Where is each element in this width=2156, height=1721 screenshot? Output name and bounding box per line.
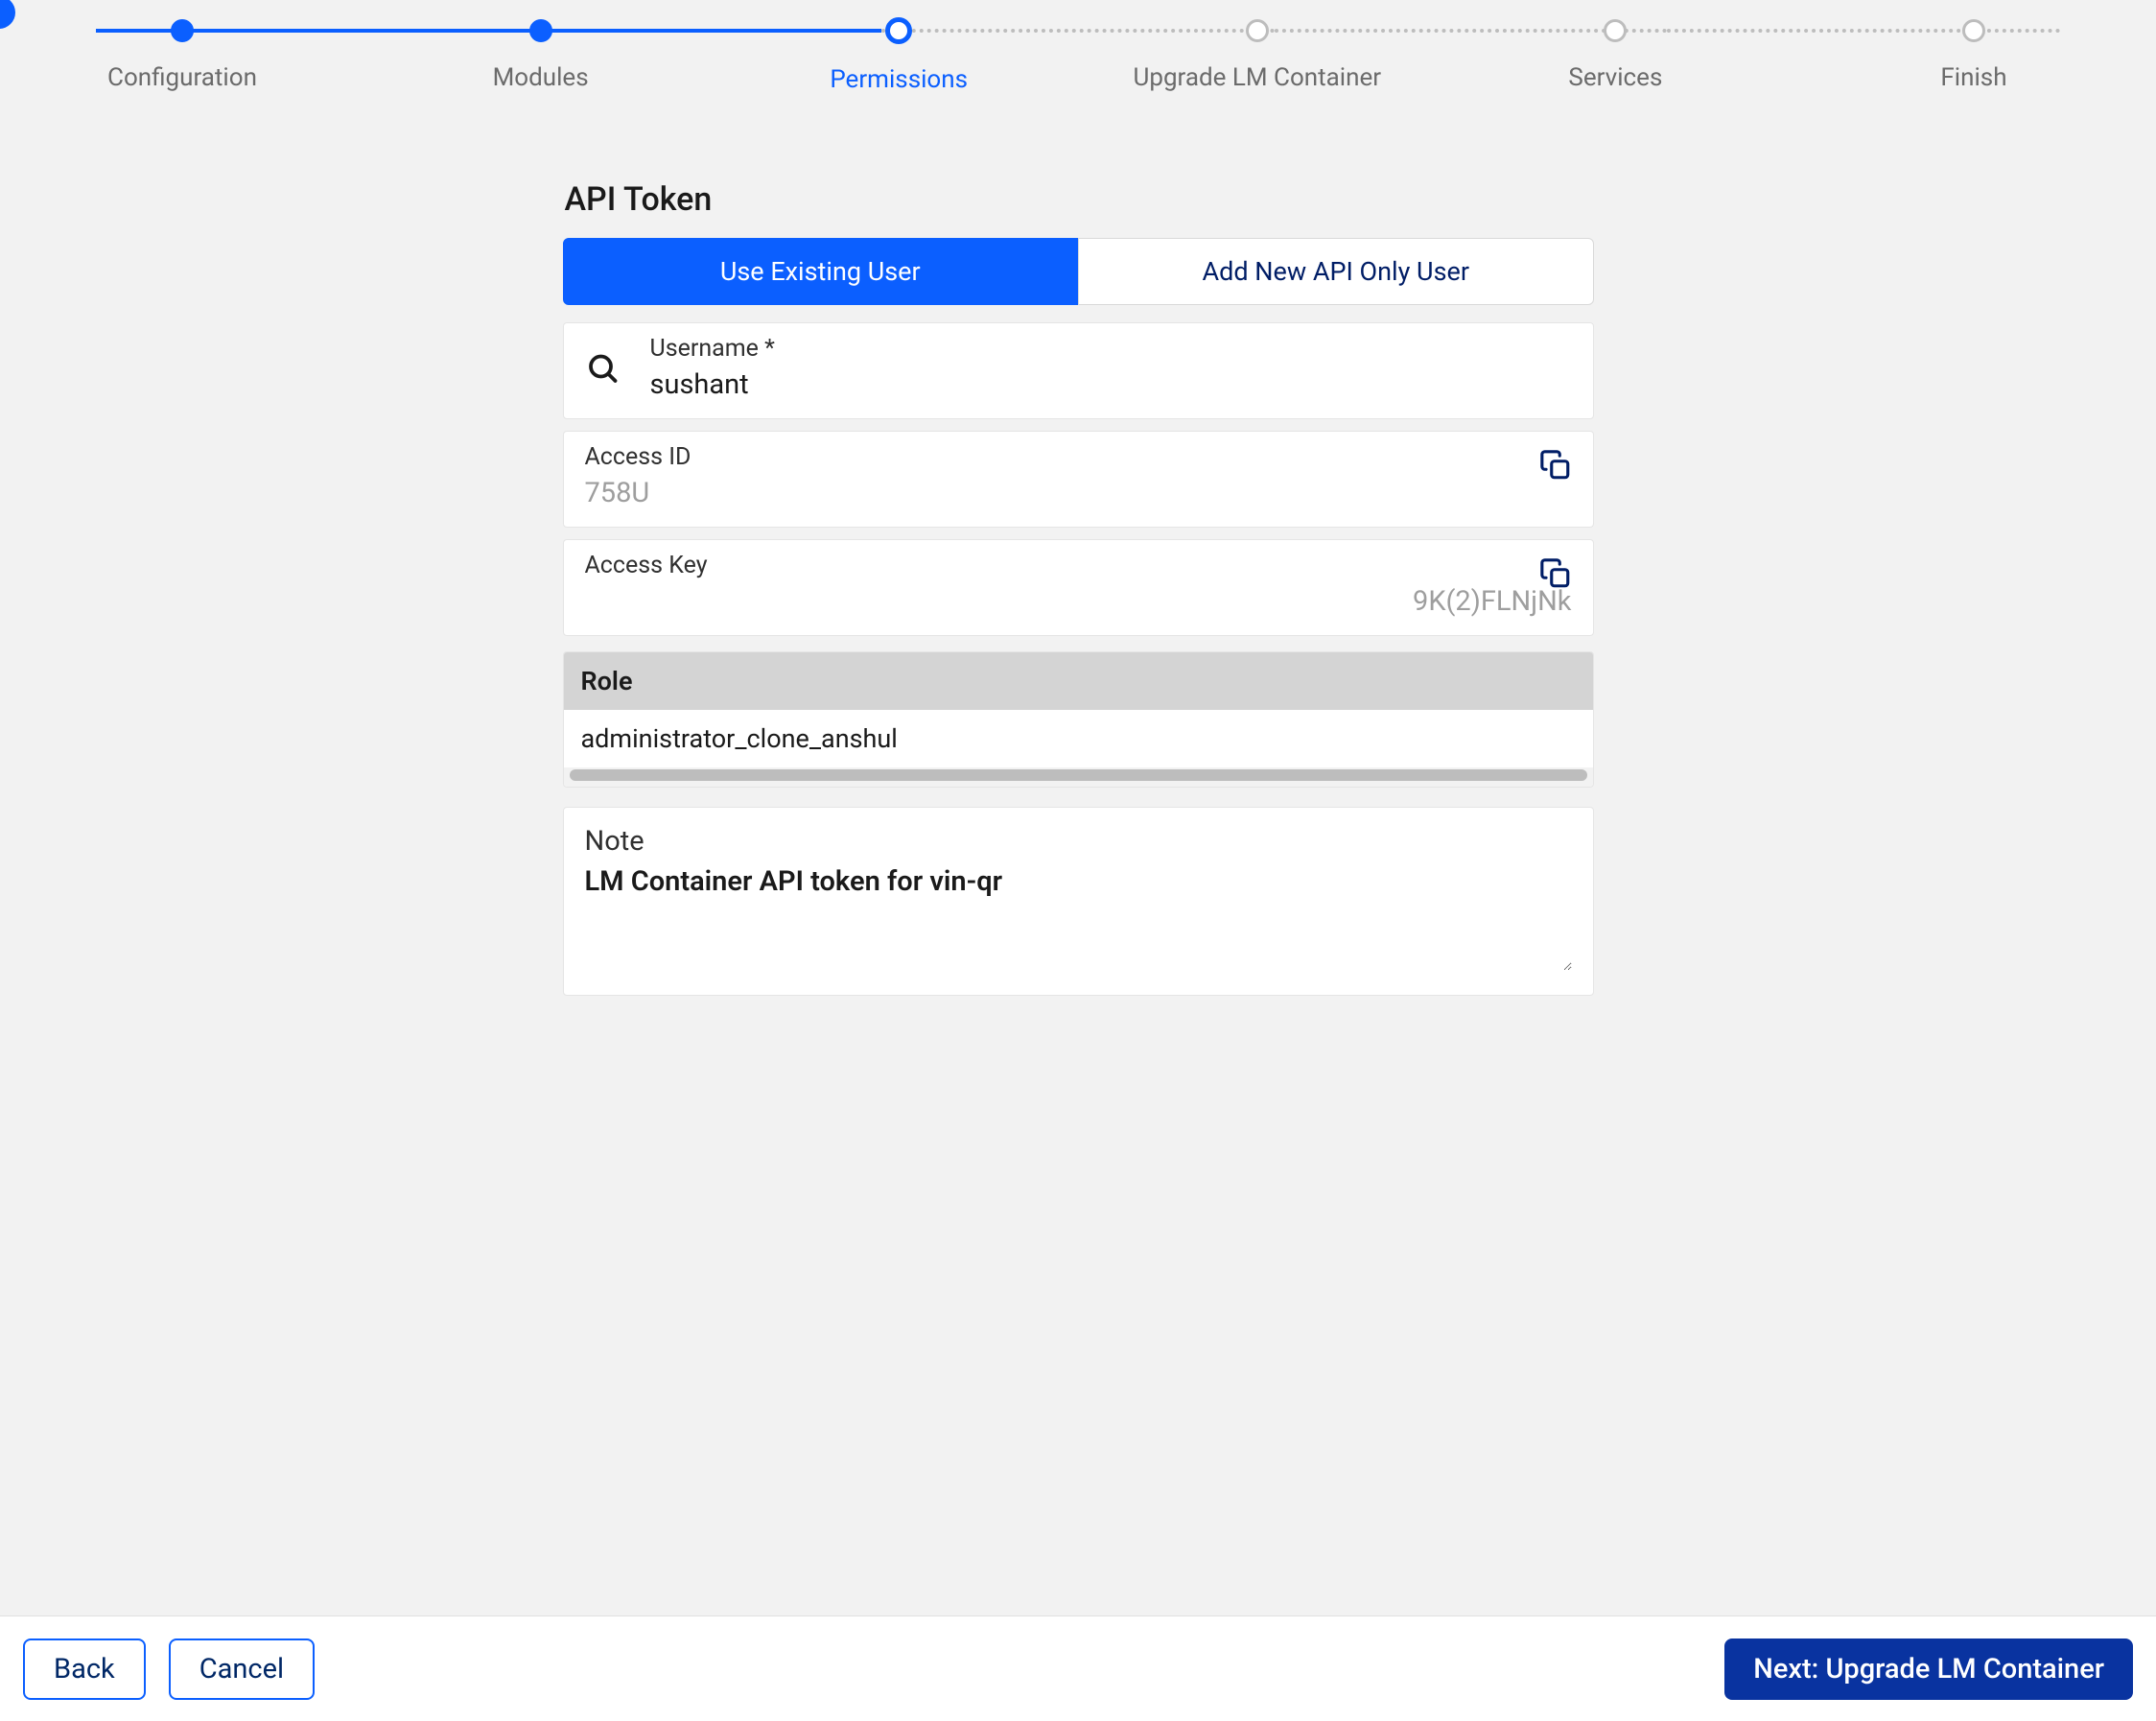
step-finish[interactable]: Finish [1887, 19, 2060, 92]
access-key-value: 9K(2)FLNjNk [585, 585, 1572, 618]
step-label: Modules [493, 63, 589, 92]
note-textarea[interactable] [585, 865, 1572, 971]
step-label: Services [1568, 63, 1662, 92]
step-label: Configuration [107, 63, 257, 92]
next-button[interactable]: Next: Upgrade LM Container [1724, 1638, 2133, 1700]
section-title: API Token [563, 180, 1594, 219]
tab-use-existing-user[interactable]: Use Existing User [563, 238, 1079, 305]
cancel-button[interactable]: Cancel [169, 1638, 315, 1700]
step-upgrade-lm-container[interactable]: Upgrade LM Container [1171, 19, 1344, 92]
username-field: Username * [563, 322, 1594, 419]
access-id-value: 758U [585, 477, 1572, 509]
role-header: Role [564, 652, 1593, 710]
step-circle-done-icon [529, 19, 552, 42]
main-content: API Token Use Existing User Add New API … [563, 180, 1594, 996]
step-modules[interactable]: Modules [455, 19, 627, 92]
step-services[interactable]: Services [1529, 19, 1701, 92]
user-mode-tabs: Use Existing User Add New API Only User [563, 238, 1594, 305]
note-field: Note [563, 807, 1594, 996]
wizard-stepper: Configuration Modules Permissions Upgrad… [0, 0, 2156, 123]
step-circle-todo-icon [1962, 19, 1985, 42]
copy-icon[interactable] [1539, 557, 1572, 590]
access-id-field: Access ID 758U [563, 431, 1594, 528]
role-scrollbar[interactable] [570, 769, 1587, 781]
username-input[interactable] [650, 368, 1572, 401]
step-label: Permissions [830, 65, 968, 94]
note-label: Note [585, 825, 1572, 858]
step-label: Finish [1940, 63, 2006, 92]
wizard-footer: Back Cancel Next: Upgrade LM Container [0, 1615, 2156, 1721]
step-circle-todo-icon [1246, 19, 1269, 42]
tab-add-new-api-only-user[interactable]: Add New API Only User [1078, 238, 1594, 305]
role-table: Role administrator_clone_anshul [563, 651, 1594, 788]
access-id-label: Access ID [585, 443, 1572, 471]
step-label: Upgrade LM Container [1133, 63, 1381, 92]
access-key-field: Access Key 9K(2)FLNjNk [563, 539, 1594, 636]
step-circle-current-icon [885, 17, 912, 44]
back-button[interactable]: Back [23, 1638, 146, 1700]
username-label: Username * [650, 335, 1572, 363]
search-icon[interactable] [585, 350, 620, 391]
role-row: administrator_clone_anshul [564, 710, 1593, 767]
step-circle-todo-icon [1604, 19, 1627, 42]
copy-icon[interactable] [1539, 449, 1572, 482]
access-key-label: Access Key [585, 552, 1572, 579]
step-configuration[interactable]: Configuration [96, 19, 269, 92]
step-circle-done-icon [171, 19, 194, 42]
step-permissions[interactable]: Permissions [812, 19, 985, 94]
